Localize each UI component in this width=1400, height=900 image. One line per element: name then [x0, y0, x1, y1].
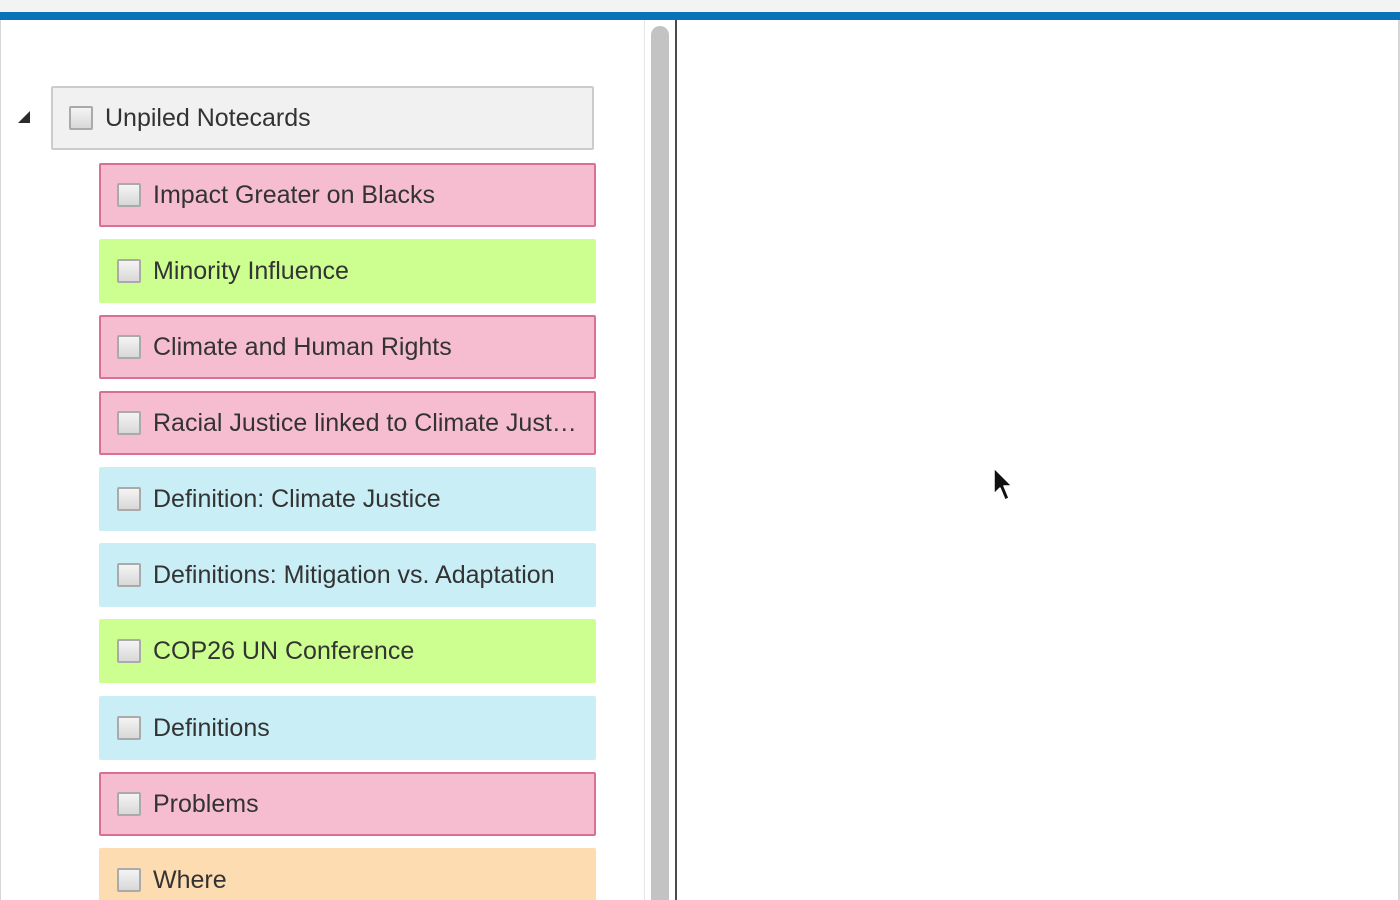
window-top-strip	[0, 0, 1400, 12]
notecard-item[interactable]: Problems	[99, 772, 596, 836]
notecard-item[interactable]: Definition: Climate Justice	[99, 467, 596, 531]
notecard-label: Racial Justice linked to Climate Justice	[153, 409, 584, 437]
notecard-checkbox[interactable]	[117, 335, 141, 359]
mouse-pointer-icon	[993, 467, 1013, 501]
scrollbar-thumb[interactable]	[651, 26, 669, 900]
notecard-label: Where	[153, 866, 227, 894]
detail-panel	[677, 20, 1398, 900]
notecard-checkbox[interactable]	[117, 259, 141, 283]
notecard-item[interactable]: COP26 UN Conference	[99, 619, 596, 683]
notecard-item[interactable]: Climate and Human Rights	[99, 315, 596, 379]
header-accent-bar	[0, 12, 1400, 20]
notecard-item[interactable]: Where	[99, 848, 596, 900]
notecard-item[interactable]: Racial Justice linked to Climate Justice	[99, 391, 596, 455]
notecard-label: COP26 UN Conference	[153, 637, 415, 665]
notecard-checkbox[interactable]	[117, 792, 141, 816]
notecard-checkbox[interactable]	[117, 487, 141, 511]
notecard-label: Definitions	[153, 714, 270, 742]
notecard-checkbox[interactable]	[69, 106, 93, 130]
notecard-checkbox[interactable]	[117, 639, 141, 663]
notecard-label: Definition: Climate Justice	[153, 485, 441, 513]
notecard-label: Problems	[153, 790, 259, 818]
notecard-label: Definitions: Mitigation vs. Adaptation	[153, 561, 555, 589]
notecard-item[interactable]: Minority Influence	[99, 239, 596, 303]
notecard-tree-panel: Unpiled Notecards Impact Greater on Blac…	[1, 20, 644, 900]
collapse-triangle-icon[interactable]	[18, 111, 30, 123]
notecard-checkbox[interactable]	[117, 716, 141, 740]
notecard-label: Impact Greater on Blacks	[153, 181, 436, 209]
notecard-item[interactable]: Definitions	[99, 696, 596, 760]
tree-root-unpiled-notecards[interactable]: Unpiled Notecards	[51, 86, 594, 150]
notecard-checkbox[interactable]	[117, 563, 141, 587]
notecard-item[interactable]: Definitions: Mitigation vs. Adaptation	[99, 543, 596, 607]
notecard-item[interactable]: Impact Greater on Blacks	[99, 163, 596, 227]
notecard-checkbox[interactable]	[117, 411, 141, 435]
notecard-checkbox[interactable]	[117, 868, 141, 892]
notecard-label: Climate and Human Rights	[153, 333, 452, 361]
notecard-checkbox[interactable]	[117, 183, 141, 207]
notecard-label: Minority Influence	[153, 257, 349, 285]
tree-root-label: Unpiled Notecards	[105, 104, 311, 132]
